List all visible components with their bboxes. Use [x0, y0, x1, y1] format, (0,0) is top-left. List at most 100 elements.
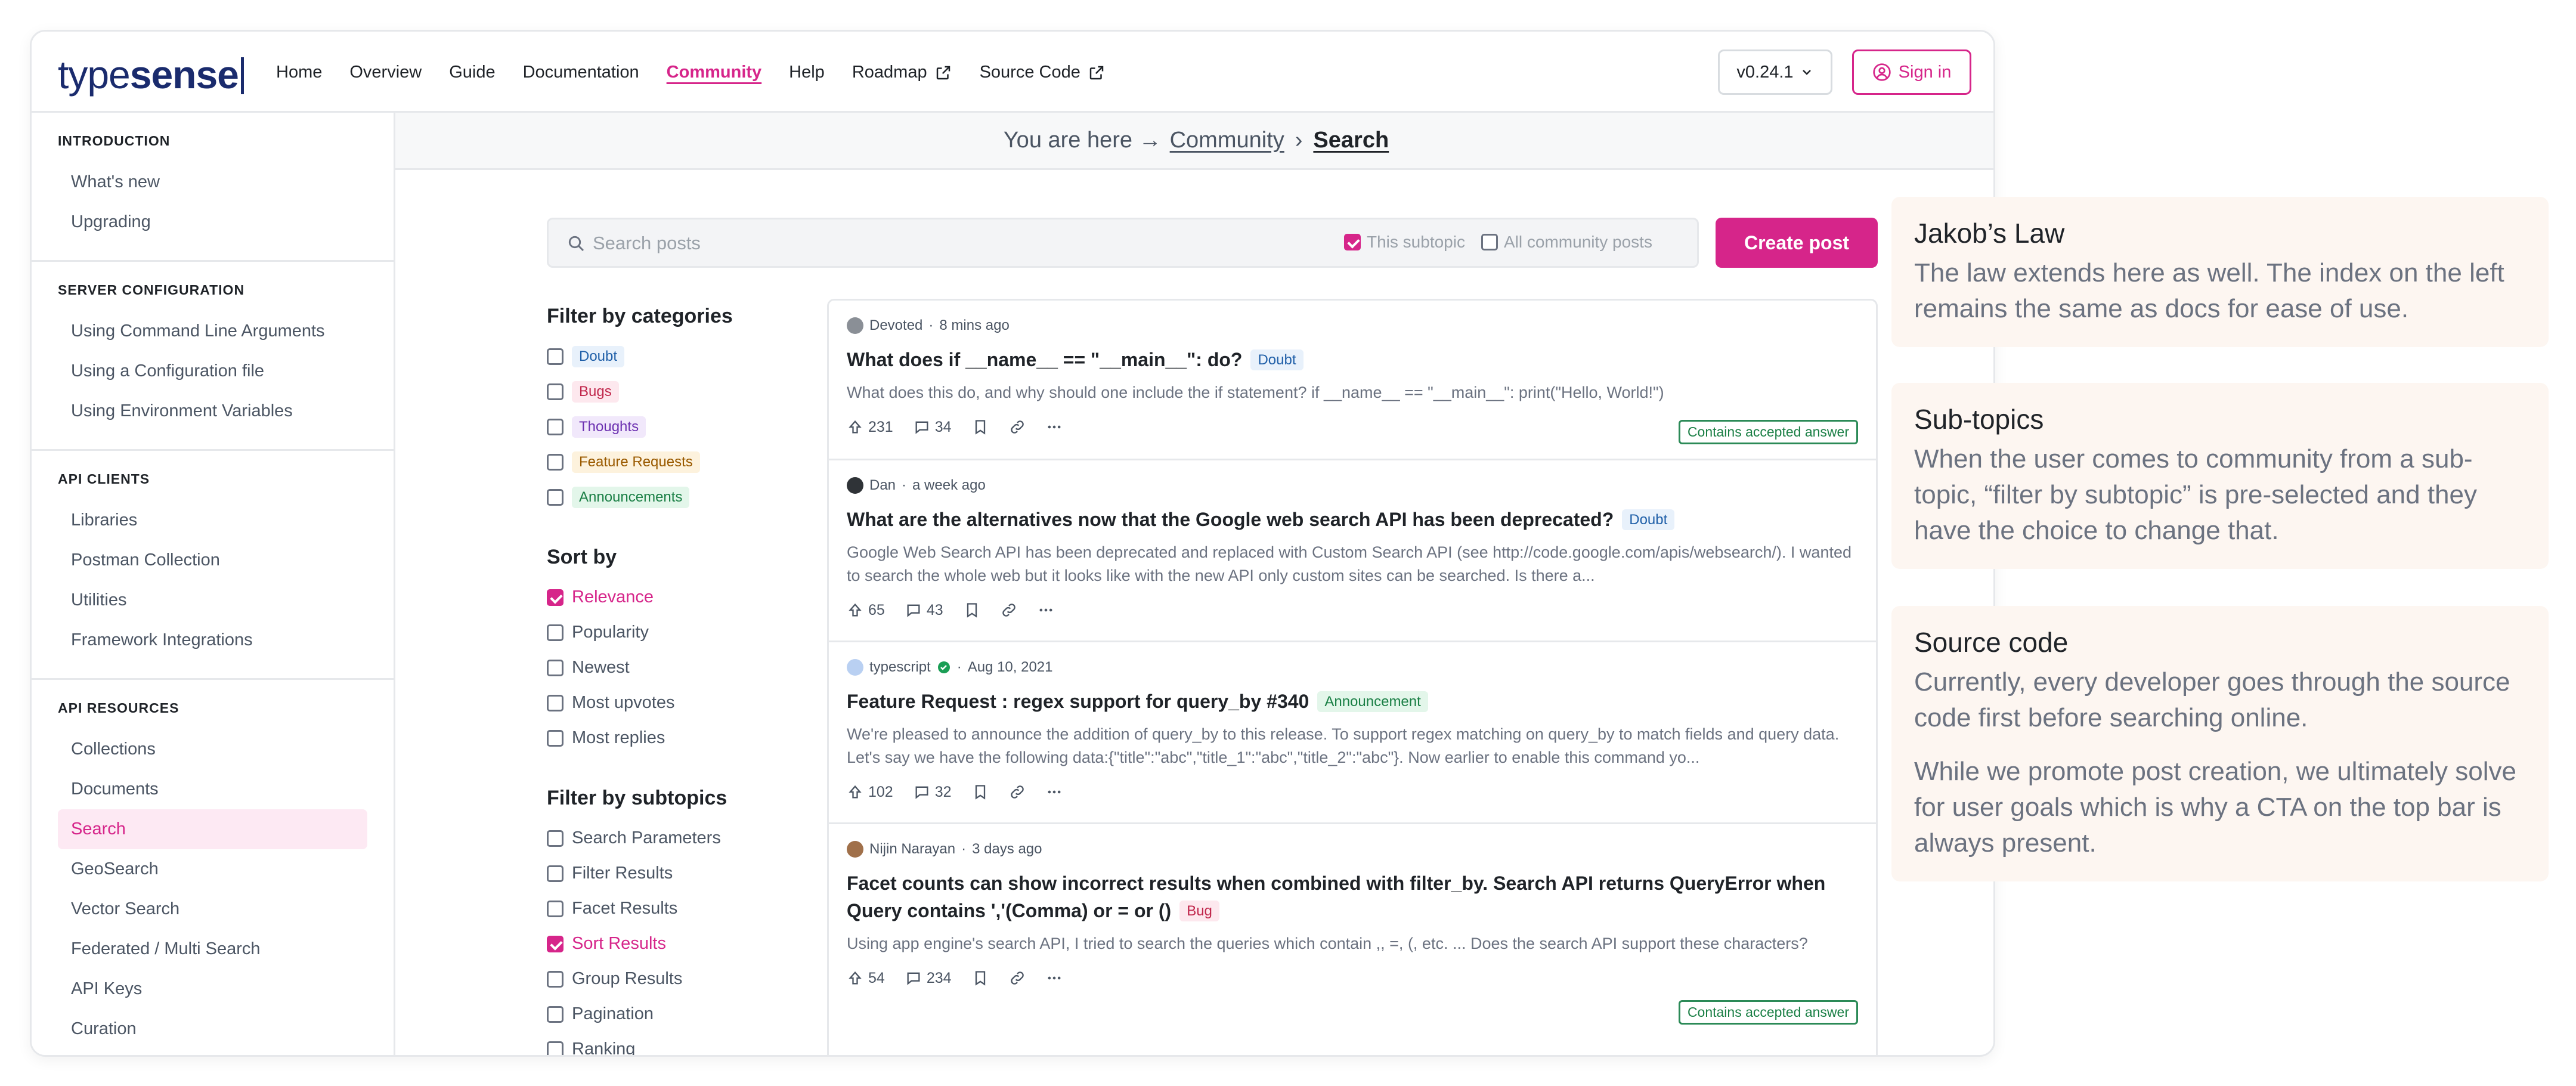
- sidebar-item-configuration-file[interactable]: Using a Configuration file: [58, 351, 367, 391]
- category-announcements[interactable]: Announcements: [547, 479, 809, 515]
- post-author[interactable]: Devoted: [869, 317, 922, 334]
- sidebar-item-environment-variables[interactable]: Using Environment Variables: [58, 391, 367, 431]
- bookmark-button[interactable]: [972, 784, 989, 800]
- post-card[interactable]: Devoted · 8 mins ago What does if __name…: [829, 301, 1876, 460]
- nav-source-code[interactable]: Source Code: [980, 63, 1106, 82]
- search-posts-input[interactable]: [592, 228, 1247, 259]
- sidebar-item-geosearch[interactable]: GeoSearch: [58, 849, 367, 889]
- nav-home[interactable]: Home: [276, 63, 322, 82]
- sidebar-item-federated-multi-search[interactable]: Federated / Multi Search: [58, 929, 367, 969]
- sidebar-item-utilities[interactable]: Utilities: [58, 580, 367, 620]
- sidebar-item-framework-integrations[interactable]: Framework Integrations: [58, 620, 367, 660]
- checkbox[interactable]: [547, 348, 564, 365]
- copy-link-button[interactable]: [1009, 419, 1026, 435]
- checkbox-checked[interactable]: [547, 589, 564, 606]
- checkbox[interactable]: [547, 900, 564, 917]
- create-post-button[interactable]: Create post: [1716, 218, 1878, 268]
- sidebar-item-search[interactable]: Search: [58, 809, 367, 849]
- category-bugs[interactable]: Bugs: [547, 374, 809, 409]
- subtopic-filter-results[interactable]: Filter Results: [547, 856, 809, 891]
- nav-roadmap[interactable]: Roadmap: [852, 63, 952, 82]
- typesense-logo[interactable]: typesense: [58, 52, 244, 97]
- scope-this-subtopic[interactable]: This subtopic: [1344, 233, 1465, 252]
- nav-documentation[interactable]: Documentation: [523, 63, 639, 82]
- sidebar-item-vector-search[interactable]: Vector Search: [58, 889, 367, 929]
- sidebar-item-api-keys[interactable]: API Keys: [58, 969, 367, 1009]
- checkbox-checked[interactable]: [1344, 234, 1361, 250]
- category-thoughts[interactable]: Thoughts: [547, 409, 809, 444]
- sort-popularity[interactable]: Popularity: [547, 615, 809, 650]
- breadcrumb-community-link[interactable]: Community: [1170, 128, 1284, 153]
- subtopic-ranking[interactable]: Ranking: [547, 1032, 809, 1055]
- checkbox[interactable]: [547, 694, 564, 711]
- copy-link-button[interactable]: [1009, 970, 1026, 986]
- checkbox[interactable]: [547, 418, 564, 435]
- replies-button[interactable]: 32: [914, 784, 952, 801]
- checkbox[interactable]: [547, 1041, 564, 1055]
- category-feature-requests[interactable]: Feature Requests: [547, 444, 809, 479]
- post-author[interactable]: typescript: [869, 659, 931, 676]
- bookmark-button[interactable]: [972, 970, 989, 986]
- more-button[interactable]: [1046, 970, 1063, 986]
- sidebar-item-whats-new[interactable]: What's new: [58, 162, 367, 202]
- checkbox[interactable]: [547, 453, 564, 471]
- post-title[interactable]: What does if __name__ == "__main__": do?…: [847, 346, 1858, 374]
- checkbox[interactable]: [547, 383, 564, 400]
- sidebar-item-postman-collection[interactable]: Postman Collection: [58, 540, 367, 580]
- checkbox[interactable]: [547, 659, 564, 676]
- category-doubt[interactable]: Doubt: [547, 339, 809, 374]
- sort-relevance[interactable]: Relevance: [547, 580, 809, 615]
- sort-most-replies[interactable]: Most replies: [547, 720, 809, 756]
- upvote-button[interactable]: 231: [847, 419, 893, 436]
- scope-all-community-posts[interactable]: All community posts: [1481, 233, 1652, 252]
- upvote-button[interactable]: 102: [847, 784, 893, 801]
- post-title[interactable]: Facet counts can show incorrect results …: [847, 870, 1858, 925]
- bookmark-button[interactable]: [964, 602, 980, 618]
- version-select[interactable]: v0.24.1: [1718, 49, 1832, 95]
- post-card[interactable]: Nijin Narayan · 3 days ago Facet counts …: [829, 824, 1876, 1039]
- sidebar-item-command-line-arguments[interactable]: Using Command Line Arguments: [58, 311, 367, 351]
- copy-link-button[interactable]: [1009, 784, 1026, 800]
- sort-newest[interactable]: Newest: [547, 650, 809, 685]
- nav-guide[interactable]: Guide: [449, 63, 495, 82]
- post-author[interactable]: Dan: [869, 477, 896, 494]
- replies-button[interactable]: 34: [914, 419, 952, 436]
- checkbox[interactable]: [547, 970, 564, 988]
- more-button[interactable]: [1046, 419, 1063, 435]
- nav-overview[interactable]: Overview: [349, 63, 422, 82]
- sidebar-item-upgrading[interactable]: Upgrading: [58, 202, 367, 242]
- upvote-button[interactable]: 54: [847, 970, 885, 987]
- checkbox[interactable]: [547, 729, 564, 747]
- subtopic-facet-results[interactable]: Facet Results: [547, 891, 809, 926]
- nav-help[interactable]: Help: [789, 63, 825, 82]
- sidebar-item-curation[interactable]: Curation: [58, 1009, 367, 1049]
- subtopic-group-results[interactable]: Group Results: [547, 961, 809, 997]
- checkbox[interactable]: [1481, 234, 1498, 250]
- subtopic-sort-results[interactable]: Sort Results: [547, 926, 809, 961]
- checkbox[interactable]: [547, 624, 564, 641]
- post-card[interactable]: typescript · Aug 10, 2021 Feature Reques…: [829, 642, 1876, 824]
- sidebar-item-libraries[interactable]: Libraries: [58, 500, 367, 540]
- checkbox[interactable]: [547, 488, 564, 506]
- post-card[interactable]: Dan · a week ago What are the alternativ…: [829, 460, 1876, 642]
- replies-button[interactable]: 43: [905, 602, 943, 619]
- subtopic-pagination[interactable]: Pagination: [547, 997, 809, 1032]
- bookmark-button[interactable]: [972, 419, 989, 435]
- post-title[interactable]: Feature Request : regex support for quer…: [847, 688, 1858, 716]
- post-author[interactable]: Nijin Narayan: [869, 841, 955, 858]
- subtopic-search-parameters[interactable]: Search Parameters: [547, 821, 809, 856]
- copy-link-button[interactable]: [1001, 602, 1017, 618]
- sidebar-item-documents[interactable]: Documents: [58, 769, 367, 809]
- upvote-button[interactable]: 65: [847, 602, 885, 619]
- more-button[interactable]: [1038, 602, 1054, 618]
- checkbox[interactable]: [547, 830, 564, 847]
- checkbox[interactable]: [547, 1005, 564, 1023]
- sort-most-upvotes[interactable]: Most upvotes: [547, 685, 809, 720]
- replies-button[interactable]: 234: [905, 970, 952, 987]
- more-button[interactable]: [1046, 784, 1063, 800]
- nav-community[interactable]: Community: [667, 63, 762, 82]
- sidebar-item-collections[interactable]: Collections: [58, 729, 367, 769]
- checkbox-checked[interactable]: [547, 935, 564, 952]
- checkbox[interactable]: [547, 865, 564, 882]
- sign-in-button[interactable]: Sign in: [1852, 49, 1971, 95]
